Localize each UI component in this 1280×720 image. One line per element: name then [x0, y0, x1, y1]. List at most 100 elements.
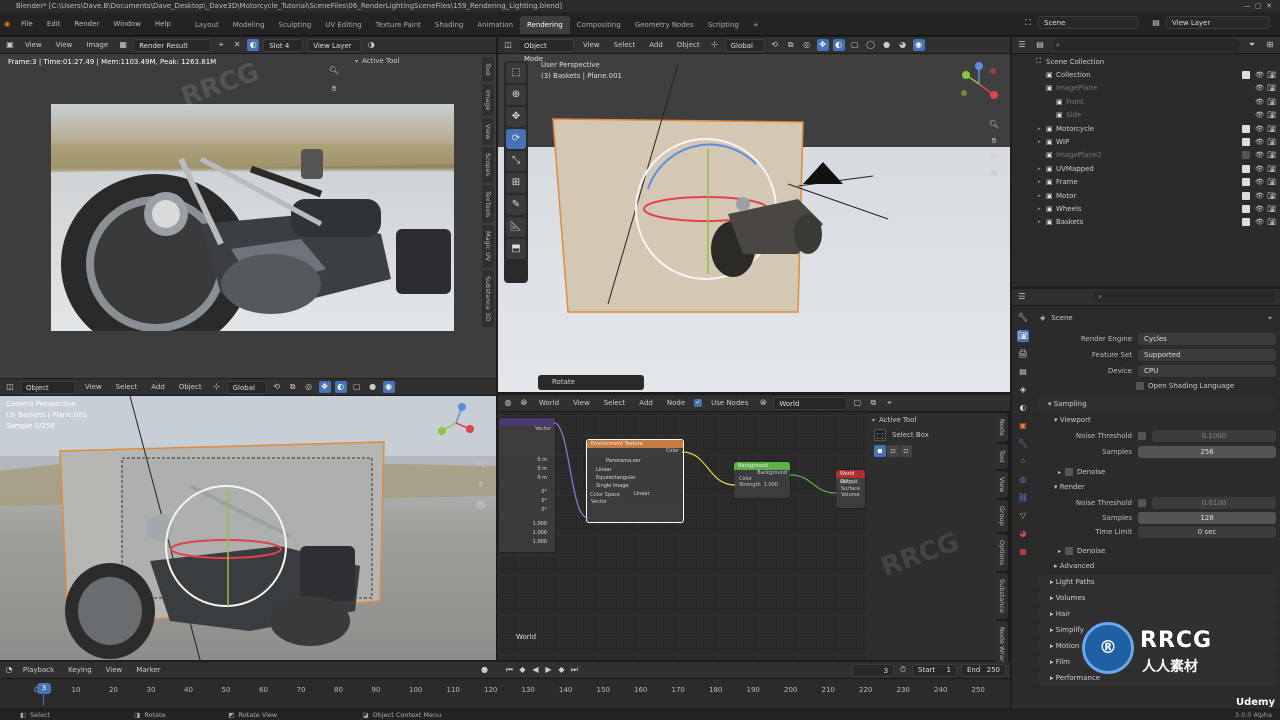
- r-samples-field[interactable]: 128: [1138, 512, 1276, 524]
- r-denoise-checkbox[interactable]: [1065, 547, 1074, 555]
- filter-icon[interactable]: ⏷: [1246, 39, 1258, 51]
- material-tab-icon[interactable]: ◕: [1017, 528, 1029, 540]
- hand-icon[interactable]: ✋︎: [328, 83, 340, 95]
- vp-denoise-checkbox[interactable]: [1065, 468, 1074, 476]
- exclude-checkbox[interactable]: [1242, 218, 1250, 227]
- tab-rendering[interactable]: Rendering: [520, 16, 570, 34]
- tab-sculpting[interactable]: Sculpting: [272, 16, 319, 34]
- data-tab-icon[interactable]: ▽: [1017, 510, 1029, 522]
- menu-help[interactable]: Help: [148, 12, 178, 36]
- render-engine-dropdown[interactable]: Cycles: [1138, 333, 1276, 345]
- pin-icon[interactable]: ⌖: [883, 397, 895, 409]
- pin-icon[interactable]: ⌖: [1268, 314, 1272, 323]
- tab-image[interactable]: Image: [482, 83, 494, 116]
- outliner-row[interactable]: ▸ ▣ Motor 👁︎ 📷︎: [1012, 189, 1280, 202]
- properties-search[interactable]: ⌕: [1094, 291, 1276, 303]
- editor-type-icon[interactable]: ▣: [4, 39, 16, 51]
- blender-logo-icon[interactable]: ◉: [0, 12, 14, 36]
- play-icon[interactable]: ▶: [542, 664, 554, 676]
- vp-samples-field[interactable]: 256: [1138, 446, 1276, 458]
- menu-edit[interactable]: Edit: [40, 12, 68, 36]
- menu-object[interactable]: Object: [174, 381, 207, 394]
- viewport-bottom[interactable]: ◫ Object Mode View Select Add Object ⊹ G…: [0, 379, 496, 660]
- view-icon[interactable]: ◐: [247, 39, 260, 51]
- editor-type-icon[interactable]: ☰: [1016, 291, 1028, 303]
- outliner-row[interactable]: ▣ Collection 👁︎ 📷︎: [1012, 68, 1280, 81]
- tab-group[interactable]: Group: [996, 500, 1008, 532]
- tab-options[interactable]: Options: [996, 533, 1008, 571]
- navigation-gizmo[interactable]: [956, 61, 1002, 107]
- advanced-subpanel-header[interactable]: ▸ Advanced: [1034, 559, 1280, 574]
- tab-substance[interactable]: Substance 3D: [482, 269, 494, 327]
- render-camera-icon[interactable]: 📷︎: [1267, 98, 1276, 106]
- expand-arrow-icon[interactable]: ▸: [1038, 219, 1046, 225]
- editor-type-icon[interactable]: ◫: [502, 39, 514, 51]
- physics-tab-icon[interactable]: ◎: [1017, 474, 1029, 486]
- time-limit-field[interactable]: 0 sec: [1138, 526, 1276, 538]
- end-frame-field[interactable]: End 250: [961, 663, 1006, 677]
- shading-solid-icon[interactable]: ●: [881, 39, 893, 51]
- select-extend-icon[interactable]: ▫: [887, 445, 899, 457]
- menu-select[interactable]: Select: [609, 39, 641, 52]
- r-denoise-row[interactable]: ▸ Denoise: [1034, 543, 1280, 559]
- expand-arrow-icon[interactable]: ▸: [1038, 126, 1046, 132]
- slot-field[interactable]: Slot 4: [263, 38, 304, 52]
- preview-range-icon[interactable]: ⏱: [898, 664, 908, 676]
- particles-tab-icon[interactable]: ⁘: [1017, 456, 1029, 468]
- shading-rendered-icon[interactable]: ◉: [382, 381, 395, 393]
- node-active-tool-header[interactable]: ▾ Active Tool: [866, 413, 996, 427]
- render-camera-icon[interactable]: 📷︎: [1267, 218, 1276, 226]
- editor-type-icon[interactable]: ◔: [4, 664, 14, 676]
- record-icon[interactable]: ●: [479, 664, 489, 676]
- jump-start-icon[interactable]: ⏮: [503, 664, 515, 676]
- node-editor[interactable]: ◍ 🌐︎ World View Select Add Node ✓ Use No…: [498, 395, 1010, 660]
- visibility-eye-icon[interactable]: 👁︎: [1255, 205, 1264, 213]
- viewport-subpanel-header[interactable]: ▾ Viewport: [1034, 413, 1280, 428]
- visibility-eye-icon[interactable]: 👁︎: [1255, 84, 1264, 92]
- jump-end-icon[interactable]: ⏭: [568, 664, 580, 676]
- modifier-tab-icon[interactable]: 🔧︎: [1017, 438, 1029, 450]
- current-frame-field[interactable]: 3: [852, 663, 895, 677]
- play-reverse-icon[interactable]: ◀: [529, 664, 541, 676]
- navigation-gizmo[interactable]: [436, 401, 476, 445]
- vp-denoise-row[interactable]: ▸ Denoise: [1034, 464, 1280, 480]
- hand-icon[interactable]: ✋︎: [988, 135, 1000, 147]
- add-workspace-icon[interactable]: +: [746, 16, 766, 34]
- editor-type-icon[interactable]: ◫: [4, 381, 16, 393]
- render-camera-icon[interactable]: 📷︎: [1267, 138, 1276, 146]
- start-frame-field[interactable]: Start 1: [912, 663, 957, 677]
- next-key-icon[interactable]: ◆: [555, 664, 567, 676]
- visibility-eye-icon[interactable]: 👁︎: [1255, 192, 1264, 200]
- camera-view-icon[interactable]: 🎥︎: [475, 499, 487, 511]
- expand-arrow-icon[interactable]: ▸: [1038, 206, 1046, 212]
- view-layer-selector[interactable]: ▤ View Layer: [1150, 16, 1270, 29]
- menu-view[interactable]: View: [101, 664, 128, 677]
- orientation-dropdown[interactable]: Global: [226, 380, 267, 394]
- menu-window[interactable]: Window: [106, 12, 148, 36]
- menu-file[interactable]: File: [14, 12, 40, 36]
- camera-view-icon[interactable]: 🎥︎: [988, 151, 1000, 163]
- render-camera-icon[interactable]: 📷︎: [1267, 84, 1276, 92]
- outliner-row[interactable]: ▣ ImagePlane 👁︎ 📷︎: [1012, 82, 1280, 95]
- tab-texture-paint[interactable]: Texture Paint: [369, 16, 428, 34]
- panel-header[interactable]: ▸ Volumes: [1038, 591, 1276, 606]
- osl-checkbox[interactable]: [1136, 382, 1144, 390]
- mode-dropdown[interactable]: Object Mode: [20, 380, 76, 405]
- new-collection-icon[interactable]: ⊞: [1264, 39, 1276, 51]
- menu-keying[interactable]: Keying: [63, 664, 97, 677]
- proportional-icon[interactable]: ◎: [801, 39, 813, 51]
- exclude-checkbox[interactable]: [1242, 164, 1250, 173]
- exclude-checkbox[interactable]: [1242, 138, 1250, 147]
- exclude-checkbox[interactable]: [1242, 71, 1250, 80]
- tab-scripting[interactable]: Scripting: [701, 16, 746, 34]
- expand-arrow-icon[interactable]: ▸: [1038, 179, 1046, 185]
- tab-animation[interactable]: Animation: [470, 16, 520, 34]
- render-camera-icon[interactable]: 📷︎: [1267, 71, 1276, 79]
- osl-row[interactable]: Open Shading Language: [1034, 379, 1280, 393]
- visibility-eye-icon[interactable]: 👁︎: [1255, 71, 1264, 79]
- outliner-row[interactable]: ▸ ▣ Motorcycle 👁︎ 📷︎: [1012, 122, 1280, 135]
- menu-view[interactable]: View: [51, 39, 78, 52]
- scene-tab-icon[interactable]: ◈: [1017, 384, 1029, 396]
- visibility-eye-icon[interactable]: 👁︎: [1255, 165, 1264, 173]
- menu-add[interactable]: Add: [644, 39, 668, 52]
